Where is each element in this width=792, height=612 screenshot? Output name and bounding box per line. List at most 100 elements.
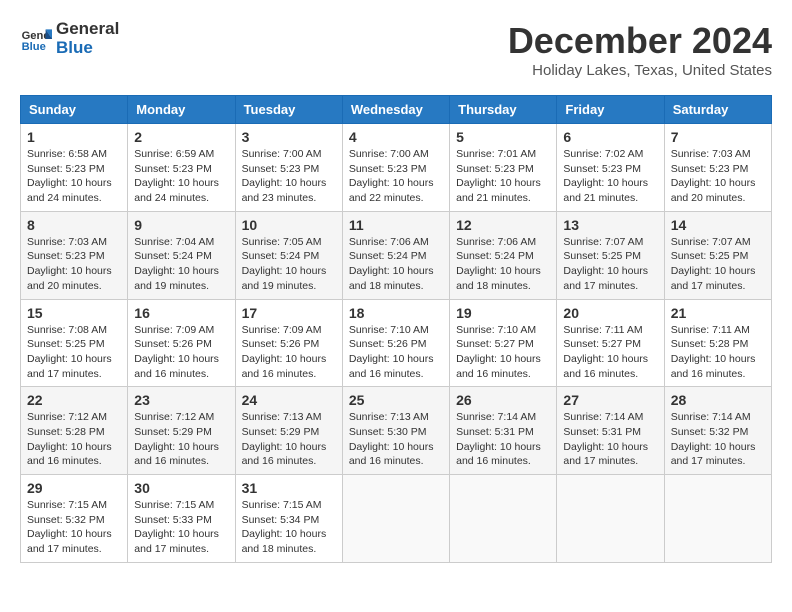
calendar-cell: 4 Sunrise: 7:00 AM Sunset: 5:23 PM Dayli… [342,124,449,212]
day-number: 10 [242,217,336,233]
location-title: Holiday Lakes, Texas, United States [508,62,772,79]
day-number: 31 [242,480,336,496]
calendar-cell: 18 Sunrise: 7:10 AM Sunset: 5:26 PM Dayl… [342,299,449,387]
day-number: 25 [349,392,443,408]
calendar-header-saturday: Saturday [664,96,771,124]
calendar-cell: 30 Sunrise: 7:15 AM Sunset: 5:33 PM Dayl… [128,475,235,563]
calendar-cell: 14 Sunrise: 7:07 AM Sunset: 5:25 PM Dayl… [664,211,771,299]
day-number: 22 [27,392,121,408]
calendar-cell: 27 Sunrise: 7:14 AM Sunset: 5:31 PM Dayl… [557,387,664,475]
day-number: 15 [27,305,121,321]
day-number: 28 [671,392,765,408]
day-number: 16 [134,305,228,321]
svg-text:Blue: Blue [22,41,46,53]
day-info: Sunrise: 7:15 AM Sunset: 5:34 PM Dayligh… [242,498,336,557]
day-info: Sunrise: 7:03 AM Sunset: 5:23 PM Dayligh… [671,147,765,206]
calendar-header-sunday: Sunday [21,96,128,124]
day-info: Sunrise: 7:02 AM Sunset: 5:23 PM Dayligh… [563,147,657,206]
logo-line2: Blue [56,39,119,58]
calendar-cell: 22 Sunrise: 7:12 AM Sunset: 5:28 PM Dayl… [21,387,128,475]
calendar-cell: 7 Sunrise: 7:03 AM Sunset: 5:23 PM Dayli… [664,124,771,212]
day-info: Sunrise: 7:11 AM Sunset: 5:28 PM Dayligh… [671,323,765,382]
day-info: Sunrise: 7:13 AM Sunset: 5:30 PM Dayligh… [349,410,443,469]
day-info: Sunrise: 7:14 AM Sunset: 5:31 PM Dayligh… [563,410,657,469]
calendar-cell: 6 Sunrise: 7:02 AM Sunset: 5:23 PM Dayli… [557,124,664,212]
day-info: Sunrise: 7:11 AM Sunset: 5:27 PM Dayligh… [563,323,657,382]
day-number: 2 [134,129,228,145]
day-info: Sunrise: 7:07 AM Sunset: 5:25 PM Dayligh… [563,235,657,294]
calendar-cell: 23 Sunrise: 7:12 AM Sunset: 5:29 PM Dayl… [128,387,235,475]
calendar-cell: 1 Sunrise: 6:58 AM Sunset: 5:23 PM Dayli… [21,124,128,212]
day-number: 24 [242,392,336,408]
day-number: 7 [671,129,765,145]
day-number: 20 [563,305,657,321]
day-number: 26 [456,392,550,408]
day-number: 3 [242,129,336,145]
calendar-cell: 31 Sunrise: 7:15 AM Sunset: 5:34 PM Dayl… [235,475,342,563]
calendar-cell [450,475,557,563]
calendar-header-tuesday: Tuesday [235,96,342,124]
day-number: 11 [349,217,443,233]
day-info: Sunrise: 7:06 AM Sunset: 5:24 PM Dayligh… [456,235,550,294]
day-info: Sunrise: 7:00 AM Sunset: 5:23 PM Dayligh… [349,147,443,206]
calendar-cell: 25 Sunrise: 7:13 AM Sunset: 5:30 PM Dayl… [342,387,449,475]
logo-line1: General [56,20,119,39]
day-info: Sunrise: 7:06 AM Sunset: 5:24 PM Dayligh… [349,235,443,294]
title-section: December 2024 Holiday Lakes, Texas, Unit… [508,20,772,79]
calendar-cell: 24 Sunrise: 7:13 AM Sunset: 5:29 PM Dayl… [235,387,342,475]
day-info: Sunrise: 6:59 AM Sunset: 5:23 PM Dayligh… [134,147,228,206]
day-info: Sunrise: 7:00 AM Sunset: 5:23 PM Dayligh… [242,147,336,206]
logo-icon: General Blue [20,23,52,55]
calendar-cell: 9 Sunrise: 7:04 AM Sunset: 5:24 PM Dayli… [128,211,235,299]
day-number: 27 [563,392,657,408]
calendar-week-5: 29 Sunrise: 7:15 AM Sunset: 5:32 PM Dayl… [21,475,772,563]
page-wrapper: General Blue General Blue December 2024 … [20,20,772,563]
calendar-cell: 21 Sunrise: 7:11 AM Sunset: 5:28 PM Dayl… [664,299,771,387]
calendar-header-wednesday: Wednesday [342,96,449,124]
day-info: Sunrise: 7:15 AM Sunset: 5:32 PM Dayligh… [27,498,121,557]
day-info: Sunrise: 7:08 AM Sunset: 5:25 PM Dayligh… [27,323,121,382]
day-number: 8 [27,217,121,233]
calendar-cell: 26 Sunrise: 7:14 AM Sunset: 5:31 PM Dayl… [450,387,557,475]
calendar-table: SundayMondayTuesdayWednesdayThursdayFrid… [20,95,772,563]
day-number: 30 [134,480,228,496]
day-info: Sunrise: 7:14 AM Sunset: 5:32 PM Dayligh… [671,410,765,469]
day-number: 18 [349,305,443,321]
calendar-week-2: 8 Sunrise: 7:03 AM Sunset: 5:23 PM Dayli… [21,211,772,299]
day-info: Sunrise: 7:05 AM Sunset: 5:24 PM Dayligh… [242,235,336,294]
day-info: Sunrise: 7:10 AM Sunset: 5:27 PM Dayligh… [456,323,550,382]
calendar-cell: 12 Sunrise: 7:06 AM Sunset: 5:24 PM Dayl… [450,211,557,299]
calendar-cell: 16 Sunrise: 7:09 AM Sunset: 5:26 PM Dayl… [128,299,235,387]
calendar-cell: 11 Sunrise: 7:06 AM Sunset: 5:24 PM Dayl… [342,211,449,299]
calendar-cell: 10 Sunrise: 7:05 AM Sunset: 5:24 PM Dayl… [235,211,342,299]
day-number: 23 [134,392,228,408]
header: General Blue General Blue December 2024 … [20,20,772,79]
day-info: Sunrise: 7:07 AM Sunset: 5:25 PM Dayligh… [671,235,765,294]
calendar-cell: 20 Sunrise: 7:11 AM Sunset: 5:27 PM Dayl… [557,299,664,387]
calendar-cell: 29 Sunrise: 7:15 AM Sunset: 5:32 PM Dayl… [21,475,128,563]
day-number: 6 [563,129,657,145]
day-info: Sunrise: 7:09 AM Sunset: 5:26 PM Dayligh… [242,323,336,382]
day-info: Sunrise: 6:58 AM Sunset: 5:23 PM Dayligh… [27,147,121,206]
logo: General Blue General Blue [20,20,119,57]
calendar-header-monday: Monday [128,96,235,124]
calendar-cell: 28 Sunrise: 7:14 AM Sunset: 5:32 PM Dayl… [664,387,771,475]
calendar-cell: 3 Sunrise: 7:00 AM Sunset: 5:23 PM Dayli… [235,124,342,212]
calendar-cell: 19 Sunrise: 7:10 AM Sunset: 5:27 PM Dayl… [450,299,557,387]
day-info: Sunrise: 7:09 AM Sunset: 5:26 PM Dayligh… [134,323,228,382]
calendar-cell: 5 Sunrise: 7:01 AM Sunset: 5:23 PM Dayli… [450,124,557,212]
calendar-header-row: SundayMondayTuesdayWednesdayThursdayFrid… [21,96,772,124]
day-info: Sunrise: 7:12 AM Sunset: 5:29 PM Dayligh… [134,410,228,469]
day-info: Sunrise: 7:03 AM Sunset: 5:23 PM Dayligh… [27,235,121,294]
calendar-cell: 8 Sunrise: 7:03 AM Sunset: 5:23 PM Dayli… [21,211,128,299]
calendar-week-1: 1 Sunrise: 6:58 AM Sunset: 5:23 PM Dayli… [21,124,772,212]
calendar-cell: 2 Sunrise: 6:59 AM Sunset: 5:23 PM Dayli… [128,124,235,212]
day-info: Sunrise: 7:13 AM Sunset: 5:29 PM Dayligh… [242,410,336,469]
calendar-header-thursday: Thursday [450,96,557,124]
day-number: 4 [349,129,443,145]
calendar-week-3: 15 Sunrise: 7:08 AM Sunset: 5:25 PM Dayl… [21,299,772,387]
calendar-cell [664,475,771,563]
day-number: 17 [242,305,336,321]
day-info: Sunrise: 7:12 AM Sunset: 5:28 PM Dayligh… [27,410,121,469]
calendar-cell: 15 Sunrise: 7:08 AM Sunset: 5:25 PM Dayl… [21,299,128,387]
